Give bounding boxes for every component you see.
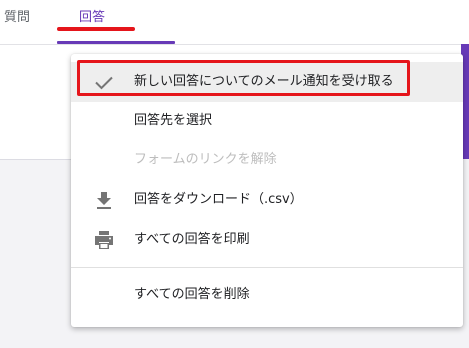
tab-questions[interactable]: 質問	[4, 8, 30, 28]
menu-item-delete-all[interactable]: すべての回答を削除	[71, 275, 463, 315]
download-icon	[97, 192, 111, 209]
responses-options-menu: 新しい回答についてのメール通知を受け取る 回答先を選択 フォームのリンクを解除 …	[71, 54, 463, 327]
menu-divider	[71, 267, 463, 268]
menu-item-label: フォームのリンクを解除	[134, 152, 277, 167]
responses-tab-annotation-underline	[57, 27, 135, 31]
check-icon	[95, 76, 113, 90]
menu-item-download-csv[interactable]: 回答をダウンロード（.csv）	[71, 180, 463, 220]
menu-item-select-destination[interactable]: 回答先を選択	[71, 101, 463, 141]
tab-responses[interactable]: 回答	[70, 8, 114, 28]
menu-item-label: 回答をダウンロード（.csv）	[134, 192, 303, 207]
menu-item-unlink-form: フォームのリンクを解除	[71, 140, 463, 180]
menu-item-label: 回答先を選択	[134, 113, 213, 128]
menu-item-label: すべての回答を印刷	[134, 232, 250, 247]
tab-bar: 質問 回答	[0, 0, 469, 45]
menu-item-email-notifications[interactable]: 新しい回答についてのメール通知を受け取る	[71, 62, 463, 102]
print-icon	[95, 231, 113, 249]
menu-item-print-all[interactable]: すべての回答を印刷	[71, 220, 463, 260]
menu-item-label: 新しい回答についてのメール通知を受け取る	[134, 74, 394, 89]
menu-item-label: すべての回答を削除	[134, 287, 250, 302]
